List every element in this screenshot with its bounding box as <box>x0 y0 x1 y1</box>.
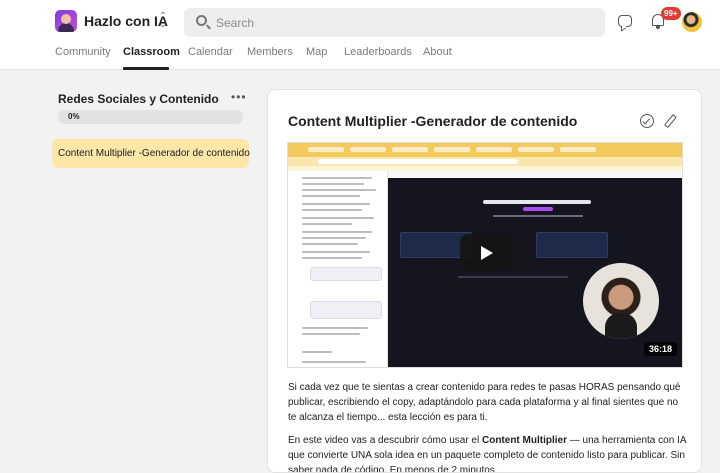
tab-calendar[interactable]: Calendar <box>188 46 233 58</box>
notification-badge: 99+ <box>661 7 681 20</box>
tab-classroom[interactable]: Classroom <box>123 46 180 58</box>
lesson-card: Content Multiplier -Generador de conteni… <box>267 89 702 473</box>
lesson-item-content-multiplier[interactable]: Content Multiplier -Generador de conteni… <box>52 139 250 168</box>
lesson-description-2: En este video vas a descubrir cómo usar … <box>288 435 686 473</box>
lesson-title: Content Multiplier -Generador de conteni… <box>288 113 578 129</box>
video-left-panel <box>288 171 388 367</box>
tab-leaderboards[interactable]: Leaderboards <box>344 46 412 58</box>
video-browser-tabs <box>288 143 682 157</box>
tab-community[interactable]: Community <box>55 46 111 58</box>
search-input[interactable] <box>216 8 596 37</box>
top-header: Hazlo con IA ⌃⌄ 99+ Community Classroom … <box>0 0 720 70</box>
video-app-tabbar <box>388 171 682 178</box>
bold-tool-name: Content Multiplier <box>481 435 567 446</box>
lesson-description-1: Si cada vez que te sientas a crear conte… <box>288 382 681 423</box>
tab-about[interactable]: About <box>423 46 452 58</box>
more-options-icon[interactable]: ••• <box>231 90 247 104</box>
active-tab-indicator <box>123 67 169 70</box>
course-progress-text: 0% <box>68 112 80 121</box>
main-nav: Community Classroom Calendar Members Map… <box>0 46 720 70</box>
mark-complete-icon[interactable] <box>640 114 654 128</box>
edit-pencil-icon[interactable] <box>664 114 677 128</box>
group-name[interactable]: Hazlo con IA <box>84 13 168 29</box>
lesson-video[interactable]: 36:18 <box>287 142 683 368</box>
group-switcher-icon[interactable]: ⌃ ⌄ <box>158 12 168 30</box>
course-progress-bar <box>58 110 243 124</box>
tab-members[interactable]: Members <box>247 46 293 58</box>
course-title: Redes Sociales y Contenido <box>58 92 219 106</box>
video-browser-url <box>288 157 682 166</box>
video-duration: 36:18 <box>644 342 678 356</box>
group-logo[interactable] <box>55 10 77 32</box>
search-icon <box>196 15 207 26</box>
chat-icon[interactable] <box>618 15 632 27</box>
search-bar[interactable] <box>184 8 605 37</box>
play-button-icon[interactable] <box>460 234 512 271</box>
tab-map[interactable]: Map <box>306 46 327 58</box>
presenter-webcam <box>583 263 659 339</box>
user-avatar[interactable] <box>682 12 702 32</box>
lesson-item-label: Content Multiplier -Generador de conteni… <box>58 148 250 159</box>
